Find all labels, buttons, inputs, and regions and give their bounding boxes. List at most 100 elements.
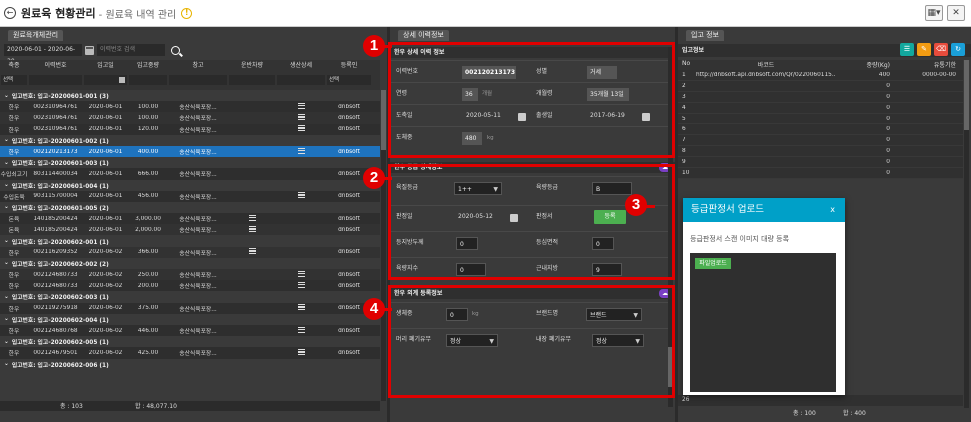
table-row[interactable]: 한우 002124680733 2020-06-02 250.00 송산식육포장... d… (0, 269, 380, 281)
group-row[interactable]: ⌄ 입고번호: 입고-20200602-002 (2) (0, 257, 380, 269)
group-row[interactable]: ⌄ 입고번호: 입고-20200601-001 (3) (0, 90, 380, 102)
left-col-header[interactable]: 축종 (0, 60, 28, 72)
table-row[interactable]: 한우 002310964761 2020-06-01 100.00 송산식육포장... d… (0, 112, 380, 124)
table-row[interactable]: 80 (678, 146, 963, 158)
table-row[interactable]: 한우 002310964761 2020-06-01 100.00 송산식육포장... d… (0, 101, 380, 113)
group-row[interactable]: ⌄ 입고번호: 입고-20200602-005 (1) (0, 336, 380, 348)
left-col-header[interactable]: 창고 (168, 60, 228, 72)
table-row[interactable]: 한우 002124679501 2020-06-02 425.00 송산식육포장... d… (0, 347, 380, 359)
close-icon[interactable]: x (830, 198, 835, 222)
file-upload-button[interactable]: 파일업로드 (695, 258, 731, 269)
left-col-filter[interactable] (229, 75, 275, 85)
list-icon[interactable] (297, 125, 305, 132)
table-row[interactable]: 돈육 140185200424 2020-06-01 2,000.00 송산식육포장..… (0, 224, 380, 236)
upload-drop-area[interactable]: 파일업로드 (690, 253, 836, 392)
left-col-filter[interactable]: 선택 (1, 75, 27, 85)
refresh-icon[interactable]: ↻ (951, 43, 965, 56)
list-icon[interactable] (297, 304, 305, 311)
group-row[interactable]: ⌄ 입고번호: 입고-20200602-001 (1) (0, 235, 380, 247)
barcode-icon[interactable]: ☰ (900, 43, 914, 56)
left-col-filter[interactable] (169, 75, 227, 85)
trace-search-input[interactable]: 이력번호 검색 (97, 44, 165, 56)
layout-grid-icon[interactable]: ▦▾ (925, 5, 943, 21)
eraser-icon[interactable]: ⌫ (934, 43, 948, 56)
left-col-filter[interactable] (129, 75, 167, 85)
list-icon[interactable] (297, 102, 305, 109)
table-row[interactable]: 한우 002119275918 2020-06-02 375.00 송산식육포장... d… (0, 302, 380, 314)
group-row[interactable]: ⌄ 입고번호: 입고-20200601-005 (2) (0, 201, 380, 214)
list-icon[interactable] (297, 281, 305, 288)
stock-grid-header: No 바코드 중량(Kg) 유통기한 (678, 60, 963, 70)
table-row[interactable]: 30 (678, 91, 963, 103)
chevron-down-icon[interactable]: ⌄ (4, 160, 9, 166)
table-row[interactable]: 20 (678, 80, 963, 92)
chevron-down-icon[interactable]: ⌄ (4, 238, 9, 244)
table-row[interactable]: 한우 002124680768 2020-06-02 446.00 송산식육포장... d… (0, 324, 380, 337)
stock-scrollbar-track[interactable] (964, 60, 969, 408)
chevron-down-icon[interactable]: ⌄ (4, 316, 9, 322)
table-row[interactable]: 60 (678, 124, 963, 136)
group-row[interactable]: ⌄ 입고번호: 입고-20200601-002 (1) (0, 134, 380, 146)
left-scrollbar-track[interactable] (381, 90, 386, 401)
table-row[interactable]: 한우 002120213173 2020-06-01 400.00 송산식육포장... d… (0, 145, 380, 158)
chevron-down-icon[interactable]: ⌄ (4, 182, 9, 188)
stock-scrollbar-thumb[interactable] (964, 60, 969, 130)
chevron-down-icon[interactable]: ⌄ (4, 137, 9, 143)
table-row[interactable]: 한우 002124680733 2020-06-02 200.00 송산식육포장... d… (0, 280, 380, 292)
left-col-filter[interactable] (29, 75, 82, 85)
chevron-down-icon[interactable]: ⌄ (4, 294, 9, 300)
close-icon[interactable]: ✕ (947, 5, 965, 21)
left-col-header[interactable]: 생산상세 (276, 60, 326, 72)
group-row[interactable]: ⌄ 입고번호: 입고-20200602-006 (1) (0, 358, 380, 370)
chevron-down-icon[interactable]: ⌄ (4, 204, 9, 210)
chevron-down-icon[interactable]: ⌄ (4, 93, 9, 99)
table-row[interactable]: 한우 002116209352 2020-06-02 366.00 송산식육포장... d… (0, 246, 380, 258)
group-row[interactable]: ⌄ 입고번호: 입고-20200602-003 (1) (0, 291, 380, 303)
left-col-header[interactable]: 이력번호 (28, 60, 83, 72)
group-row[interactable]: ⌄ 입고번호: 입고-20200602-004 (1) (0, 313, 380, 325)
group-row[interactable]: ⌄ 입고번호: 입고-20200601-003 (1) (0, 157, 380, 169)
table-row[interactable]: 수입쇠고기 803114400034 2020-06-01 666.00 송산식육포장.… (0, 168, 380, 180)
chevron-down-icon[interactable]: ⌄ (4, 361, 9, 367)
tab-raw-meat[interactable]: 원료육개체관리 (8, 30, 64, 41)
table-row[interactable]: 50 (678, 113, 963, 125)
list-icon[interactable] (248, 225, 256, 232)
table-row[interactable]: 10 0 (678, 168, 963, 179)
calendar-icon[interactable] (85, 45, 94, 55)
left-col-header[interactable]: 운반차량 (228, 60, 276, 72)
chevron-down-icon[interactable]: ⌄ (4, 260, 9, 266)
left-col-filter[interactable]: 선택 (327, 75, 371, 85)
left-col-filter[interactable] (277, 75, 325, 85)
group-row[interactable]: ⌄ 입고번호: 입고-20200601-004 (1) (0, 179, 380, 191)
list-icon[interactable] (248, 248, 256, 255)
table-row[interactable]: 40 (678, 102, 963, 114)
list-icon[interactable] (297, 326, 305, 333)
tab-stock-info[interactable]: 입고 정보 (686, 30, 724, 41)
list-icon[interactable] (248, 214, 256, 221)
date-range-input[interactable]: 2020-06-01 - 2020-06-30 (4, 44, 82, 65)
table-row[interactable]: 90 (678, 157, 963, 169)
list-icon[interactable] (297, 348, 305, 355)
table-row[interactable]: 1 http://dnbsoft.api.dnbsoft.com/Qr/02200… (678, 70, 963, 81)
left-col-header[interactable]: 등록인 (326, 60, 372, 72)
table-row[interactable]: 26 (678, 395, 963, 406)
left-scrollbar-thumb[interactable] (381, 90, 386, 150)
table-row[interactable]: 70 (678, 135, 963, 147)
edit-icon[interactable]: ✎ (917, 43, 931, 56)
back-icon[interactable]: ← (4, 7, 16, 19)
left-col-header[interactable]: 입고일 (83, 60, 128, 72)
list-icon[interactable] (297, 270, 305, 277)
tab-detail-history[interactable]: 상세 이력정보 (398, 30, 449, 41)
left-col-header[interactable]: 입고중량 (128, 60, 168, 72)
table-row[interactable]: 수입돈육 903115700004 2020-06-01 456.00 송산식육포장..… (0, 190, 380, 202)
search-icon[interactable] (171, 45, 180, 55)
table-row[interactable]: 한우 002310964761 2020-06-01 120.00 송산식육포장... d… (0, 123, 380, 135)
list-icon[interactable] (297, 113, 305, 120)
table-row[interactable]: 돈육 140185200424 2020-06-01 3,000.00 송산식육포장..… (0, 213, 380, 225)
chevron-down-icon[interactable]: ⌄ (4, 339, 9, 345)
list-icon[interactable] (297, 192, 305, 199)
info-icon[interactable]: ! (181, 7, 193, 19)
calendar-icon[interactable] (119, 77, 125, 83)
list-icon[interactable] (297, 147, 305, 154)
left-col-filter[interactable] (84, 75, 127, 85)
